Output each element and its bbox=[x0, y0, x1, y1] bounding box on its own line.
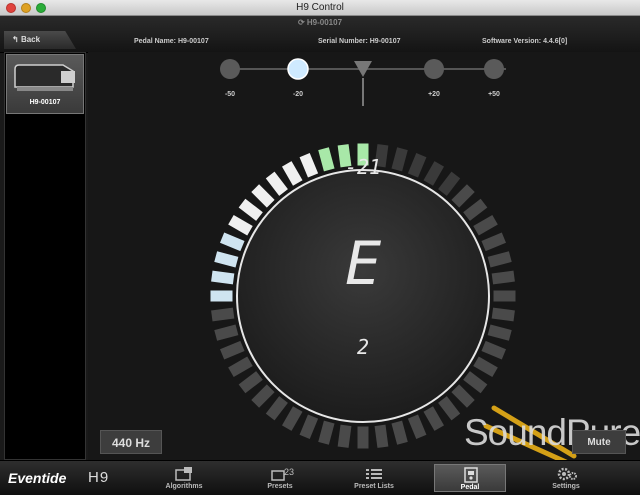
tuner-segment bbox=[337, 424, 352, 448]
sync-indicator: ⟳ H9-00107 bbox=[0, 18, 640, 27]
octave-readout: 2 bbox=[357, 335, 369, 359]
pedal-list-sidebar: H9-00107 bbox=[4, 52, 86, 460]
tuner-segment bbox=[228, 214, 253, 236]
tuner-segment bbox=[374, 424, 389, 448]
nav-pedal-label: Pedal bbox=[460, 484, 480, 491]
h9-logo: H9 bbox=[88, 469, 110, 486]
tuner-segment bbox=[214, 251, 239, 268]
tuner-segment bbox=[211, 307, 235, 322]
bottom-nav-bar: Eventide H9 Algorithms 23 Presets Preset… bbox=[0, 460, 640, 495]
tuner-segment bbox=[487, 324, 512, 341]
settings-icon bbox=[557, 467, 577, 481]
tuner-segment bbox=[210, 290, 233, 302]
scale-label: +20 bbox=[428, 91, 440, 98]
serial-number-info: Serial Number: H9-00107 bbox=[318, 38, 401, 45]
nav-presets-label: Presets bbox=[267, 483, 293, 490]
tuner-segment bbox=[220, 232, 245, 252]
tuner-segment bbox=[318, 147, 335, 172]
pedal-nav-icon bbox=[464, 467, 478, 483]
pedal-name-info: Pedal Name: H9-00107 bbox=[134, 38, 209, 45]
tuner-segment bbox=[487, 251, 512, 268]
nav-settings[interactable]: Settings bbox=[530, 464, 602, 492]
tuner-segment bbox=[407, 153, 427, 178]
tuner-segment bbox=[493, 290, 516, 302]
sync-id: H9-00107 bbox=[306, 18, 343, 27]
window-title: H9 Control bbox=[296, 2, 344, 13]
tuner-segment bbox=[473, 356, 498, 378]
tuner-segment bbox=[451, 384, 475, 408]
tuner-graphic: -50 -20 +20 +50 -21 E 2 bbox=[210, 58, 577, 460]
pedal-icon bbox=[14, 64, 75, 91]
tuner-segment bbox=[438, 171, 461, 196]
tuner-segment bbox=[220, 340, 245, 360]
tuner-segment bbox=[318, 420, 335, 445]
sync-icon: ⟳ bbox=[297, 18, 307, 27]
app-header: ⟳ H9-00107 ↰ Back Pedal Name: H9-00107 S… bbox=[0, 16, 640, 53]
tuner-segment bbox=[238, 371, 263, 394]
tuner-segment bbox=[491, 270, 515, 285]
tuner-segment bbox=[281, 161, 303, 186]
tuner-segment bbox=[463, 371, 488, 394]
tuner-segment bbox=[473, 214, 498, 236]
reference-frequency-button[interactable]: 440 Hz bbox=[100, 430, 162, 454]
tuner-segment bbox=[299, 153, 319, 178]
tuner-segment bbox=[481, 340, 506, 360]
tuner-segment bbox=[407, 414, 427, 439]
scale-dot bbox=[287, 58, 309, 80]
preset-lists-icon bbox=[366, 469, 382, 479]
pedal-card[interactable]: H9-00107 bbox=[6, 54, 84, 114]
tuner-segment bbox=[281, 406, 303, 431]
back-button[interactable]: ↰ Back bbox=[4, 31, 76, 49]
presets-icon: 23 bbox=[271, 467, 294, 481]
eventide-logo: Eventide bbox=[8, 470, 67, 486]
nav-settings-label: Settings bbox=[552, 483, 580, 490]
tuner-panel: -50 -20 +20 +50 -21 E 2 bbox=[88, 52, 640, 460]
nav-preset-lists[interactable]: Preset Lists bbox=[338, 464, 410, 492]
tuner-segment bbox=[423, 406, 445, 431]
scale-dot bbox=[220, 59, 240, 79]
tuner-segment bbox=[251, 384, 275, 408]
window-titlebar: H9 Control bbox=[0, 0, 640, 16]
tuner-segment bbox=[238, 198, 263, 221]
tuner-segment bbox=[391, 147, 408, 172]
software-version-info: Software Version: 4.4.6[0] bbox=[482, 38, 568, 45]
algorithms-icon bbox=[175, 467, 192, 481]
nav-pedal[interactable]: Pedal bbox=[434, 464, 506, 492]
tuner-segment bbox=[214, 324, 239, 341]
tuner-segment bbox=[463, 198, 488, 221]
tuner-segment bbox=[391, 420, 408, 445]
scale-label: -50 bbox=[225, 91, 235, 98]
tuner-segment bbox=[265, 171, 288, 196]
nav-algorithms-label: Algorithms bbox=[165, 483, 203, 490]
nav-algorithms[interactable]: Algorithms bbox=[148, 464, 220, 492]
nav-presets[interactable]: 23 Presets bbox=[244, 464, 316, 492]
tuner-segment bbox=[211, 270, 235, 285]
tuner-segment bbox=[451, 184, 475, 208]
back-label: Back bbox=[20, 35, 41, 44]
cents-readout: -21 bbox=[345, 155, 381, 179]
tuner-segment bbox=[265, 396, 288, 421]
scale-dot bbox=[484, 59, 504, 79]
svg-text:23: 23 bbox=[284, 467, 294, 477]
tuner-segment bbox=[423, 161, 445, 186]
note-readout: E bbox=[345, 229, 381, 299]
scale-label: -20 bbox=[293, 91, 303, 98]
scale-label: +50 bbox=[488, 91, 500, 98]
tuner-segment bbox=[251, 184, 275, 208]
tuner-segment bbox=[228, 356, 253, 378]
tuner-segment bbox=[438, 396, 461, 421]
pedal-card-name: H9-00107 bbox=[29, 99, 61, 106]
mute-button[interactable]: Mute bbox=[572, 430, 626, 454]
tuner-segment bbox=[481, 232, 506, 252]
nav-preset-lists-label: Preset Lists bbox=[354, 483, 394, 490]
back-arrow-icon: ↰ bbox=[12, 35, 21, 44]
tuner-segment bbox=[357, 426, 369, 449]
scale-dot bbox=[424, 59, 444, 79]
tuner-segment bbox=[299, 414, 319, 439]
tuner-segment bbox=[491, 307, 515, 322]
